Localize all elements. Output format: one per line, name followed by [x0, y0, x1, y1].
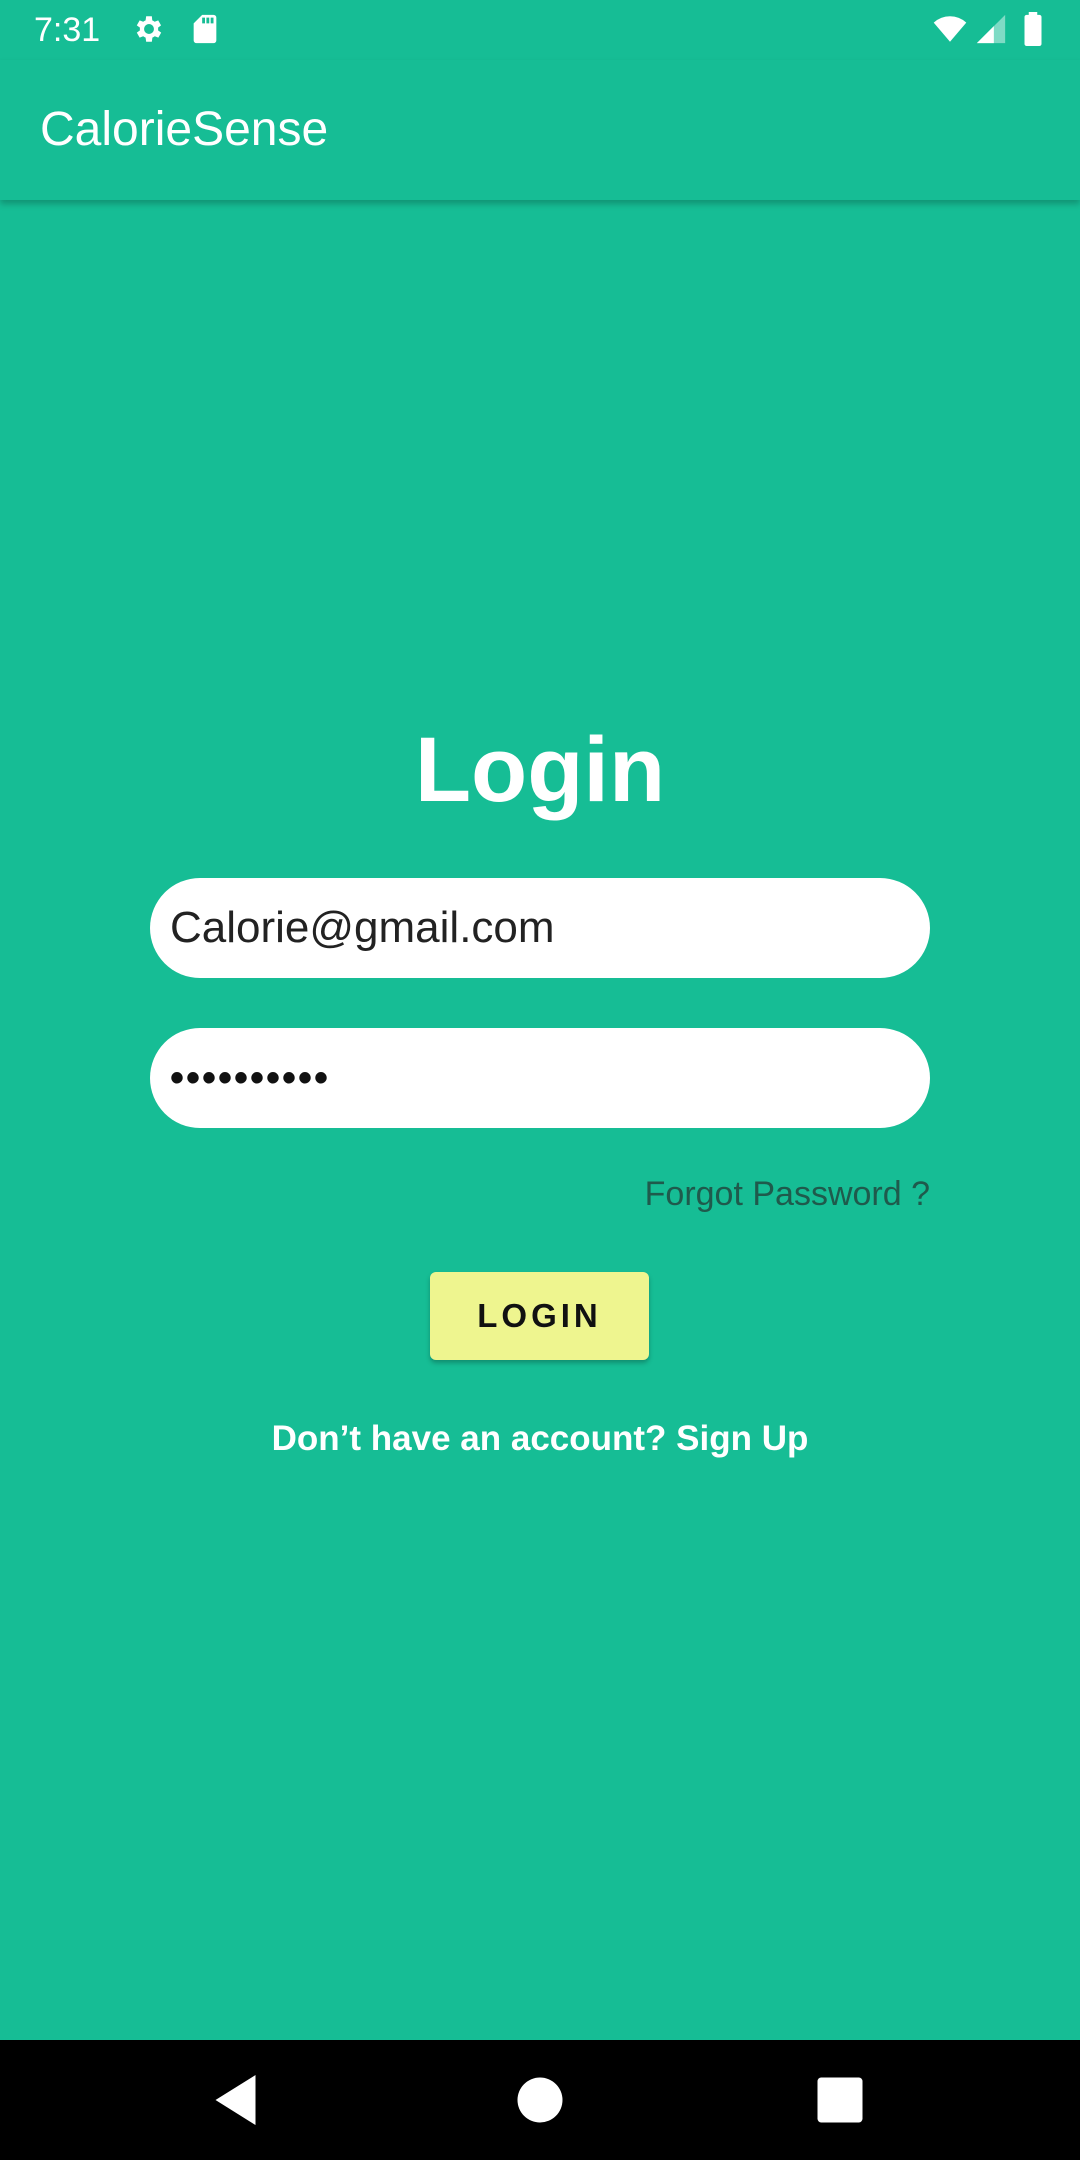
signup-link[interactable]: Don’t have an account? Sign Up [0, 1418, 1080, 1460]
back-icon[interactable] [208, 2070, 268, 2130]
login-screen: 7:31 CalorieSense Login Calorie@gmail.co… [0, 0, 1080, 2160]
navigation-bar [0, 2040, 1080, 2160]
wifi-icon [930, 12, 970, 46]
forgot-password-link[interactable]: Forgot Password ? [645, 1174, 930, 1214]
battery-icon [1018, 12, 1048, 46]
recents-icon[interactable] [810, 2070, 870, 2130]
gear-icon [132, 12, 166, 46]
login-heading: Login [414, 719, 666, 821]
home-icon[interactable] [510, 2070, 570, 2130]
status-time: 7:31 [34, 11, 101, 49]
sd-card-icon [188, 12, 222, 46]
cell-signal-icon [974, 12, 1008, 46]
app-bar: CalorieSense [0, 60, 1080, 200]
email-value: Calorie@gmail.com [170, 903, 555, 952]
password-value: •••••••••• [170, 1055, 331, 1100]
password-field[interactable]: •••••••••• [150, 1028, 930, 1128]
login-button[interactable]: LOGIN [430, 1272, 649, 1360]
app-title: CalorieSense [40, 103, 329, 156]
status-bar: 7:31 [0, 0, 1080, 60]
email-field[interactable]: Calorie@gmail.com [150, 878, 930, 978]
